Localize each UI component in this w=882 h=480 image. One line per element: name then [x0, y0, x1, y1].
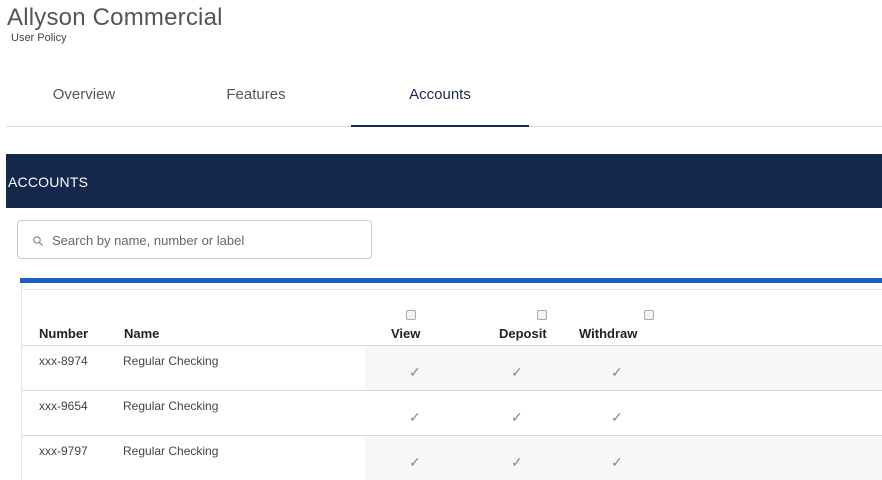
row-shade — [365, 436, 882, 480]
view-checkmark-icon[interactable]: ✓ — [409, 364, 421, 381]
accounts-section-header: ACCOUNTS — [6, 154, 882, 208]
column-header-name: Name — [124, 326, 160, 341]
account-name: Regular Checking — [123, 444, 219, 458]
section-title: ACCOUNTS — [8, 174, 89, 190]
column-header-withdraw: Withdraw — [579, 326, 638, 341]
deposit-checkmark-icon[interactable]: ✓ — [511, 364, 523, 381]
accounts-table: Number Name View Deposit Withdraw xxx-89… — [20, 278, 882, 480]
table-row[interactable]: xxx-8974 Regular Checking ✓ ✓ ✓ — [22, 345, 882, 391]
account-name: Regular Checking — [123, 354, 219, 368]
page-subtitle: User Policy — [11, 32, 67, 44]
view-checkmark-icon[interactable]: ✓ — [409, 454, 421, 471]
page-title: Allyson Commercial — [7, 4, 223, 31]
search-box[interactable] — [17, 220, 372, 259]
column-header-deposit: Deposit — [499, 326, 547, 341]
withdraw-checkmark-icon[interactable]: ✓ — [611, 409, 623, 426]
row-shade — [365, 391, 882, 436]
tab-overview[interactable]: Overview — [34, 78, 134, 127]
account-name: Regular Checking — [123, 399, 219, 413]
table-row[interactable]: xxx-9797 Regular Checking ✓ ✓ ✓ — [22, 435, 882, 480]
search-input[interactable] — [52, 229, 362, 251]
deposit-checkmark-icon[interactable]: ✓ — [511, 454, 523, 471]
select-all-deposit-checkbox[interactable] — [537, 310, 547, 320]
table-divider — [22, 289, 882, 290]
tab-accounts[interactable]: Accounts — [351, 78, 529, 127]
deposit-checkmark-icon[interactable]: ✓ — [511, 409, 523, 426]
account-number: xxx-8974 — [39, 354, 88, 368]
column-header-number: Number — [39, 326, 89, 341]
select-all-withdraw-checkbox[interactable] — [644, 310, 654, 320]
tab-features[interactable]: Features — [206, 78, 306, 127]
withdraw-checkmark-icon[interactable]: ✓ — [611, 364, 623, 381]
account-number: xxx-9654 — [39, 399, 88, 413]
column-header-view: View — [391, 326, 421, 341]
table-row[interactable]: xxx-9654 Regular Checking ✓ ✓ ✓ — [22, 390, 882, 436]
search-icon — [33, 236, 43, 246]
tab-bar: Overview Features Accounts — [6, 78, 882, 127]
row-shade — [365, 346, 882, 391]
view-checkmark-icon[interactable]: ✓ — [409, 409, 421, 426]
select-all-view-checkbox[interactable] — [406, 310, 416, 320]
withdraw-checkmark-icon[interactable]: ✓ — [611, 454, 623, 471]
table-accent-bar — [20, 278, 882, 283]
account-number: xxx-9797 — [39, 444, 88, 458]
